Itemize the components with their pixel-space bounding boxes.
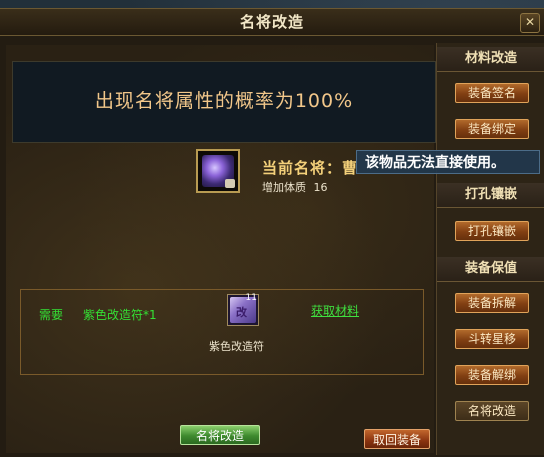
sidebar-item-equip-sign[interactable]: 装备签名 [455, 83, 529, 103]
return-equipment-button[interactable]: 取回装备 [364, 429, 430, 449]
stat-line: 增加体质 16 [262, 179, 328, 195]
sidebar-item-transfer[interactable]: 斗转星移 [455, 329, 529, 349]
need-label: 需要 [39, 308, 64, 322]
item-tooltip: 该物品无法直接使用。 [356, 150, 540, 174]
rune-glyph: 改 [236, 306, 247, 319]
stat-name: 增加体质 [262, 181, 306, 194]
sidebar-item-socket[interactable]: 打孔镶嵌 [455, 221, 529, 241]
section-material-reform: 材料改造 [437, 47, 544, 72]
current-item-slot[interactable] [196, 149, 240, 193]
reform-panel: 出现名将属性的概率为100% 当前名将：曹 增加体质 16 需要 紫色改造符*1… [6, 45, 436, 453]
probability-text: 出现名将属性的概率为100% [94, 90, 354, 112]
section-preserve: 装备保值 [437, 257, 544, 282]
material-count: 11 [245, 293, 257, 303]
get-material-link[interactable]: 获取材料 [311, 302, 359, 319]
reform-button[interactable]: 名将改造 [180, 425, 260, 445]
stat-value: 16 [313, 181, 328, 194]
reform-dialog: 名将改造 ✕ 出现名将属性的概率为100% 当前名将：曹 增加体质 16 需要 … [0, 8, 544, 457]
sidebar-item-general-reform[interactable]: 名将改造 [455, 401, 529, 421]
material-name: 紫色改造符 [209, 340, 264, 353]
sidebar: 材料改造 装备签名 装备绑定 打孔镶嵌 打孔镶嵌 装备保值 装备拆解 斗转星移 … [436, 43, 544, 455]
close-button[interactable]: ✕ [520, 13, 540, 33]
dialog-title-bar[interactable]: 名将改造 ✕ [0, 9, 544, 36]
lock-icon [225, 179, 235, 188]
sidebar-item-dismantle[interactable]: 装备拆解 [455, 293, 529, 313]
current-general-label: 当前名将：曹 [262, 159, 359, 177]
material-slot[interactable]: 改 11 [227, 293, 259, 326]
material-box: 需要 紫色改造符*1 改 11 紫色改造符 获取材料 [20, 289, 424, 375]
dialog-title: 名将改造 [239, 13, 304, 31]
sidebar-item-unbind[interactable]: 装备解绑 [455, 365, 529, 385]
sidebar-item-equip-bind[interactable]: 装备绑定 [455, 119, 529, 139]
need-value: 紫色改造符*1 [83, 308, 157, 322]
probability-box: 出现名将属性的概率为100% [12, 61, 436, 143]
section-socket: 打孔镶嵌 [437, 183, 544, 208]
